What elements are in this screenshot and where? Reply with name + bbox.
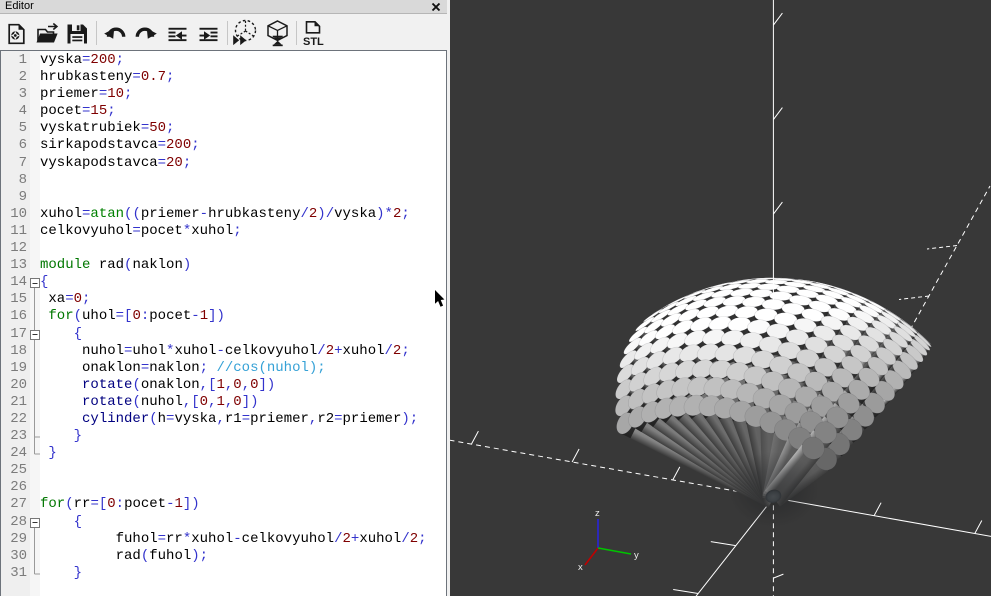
svg-text:x: x xyxy=(578,562,583,573)
svg-text:z: z xyxy=(595,508,600,519)
svg-text:y: y xyxy=(634,550,639,561)
svg-text:STL: STL xyxy=(303,36,324,48)
